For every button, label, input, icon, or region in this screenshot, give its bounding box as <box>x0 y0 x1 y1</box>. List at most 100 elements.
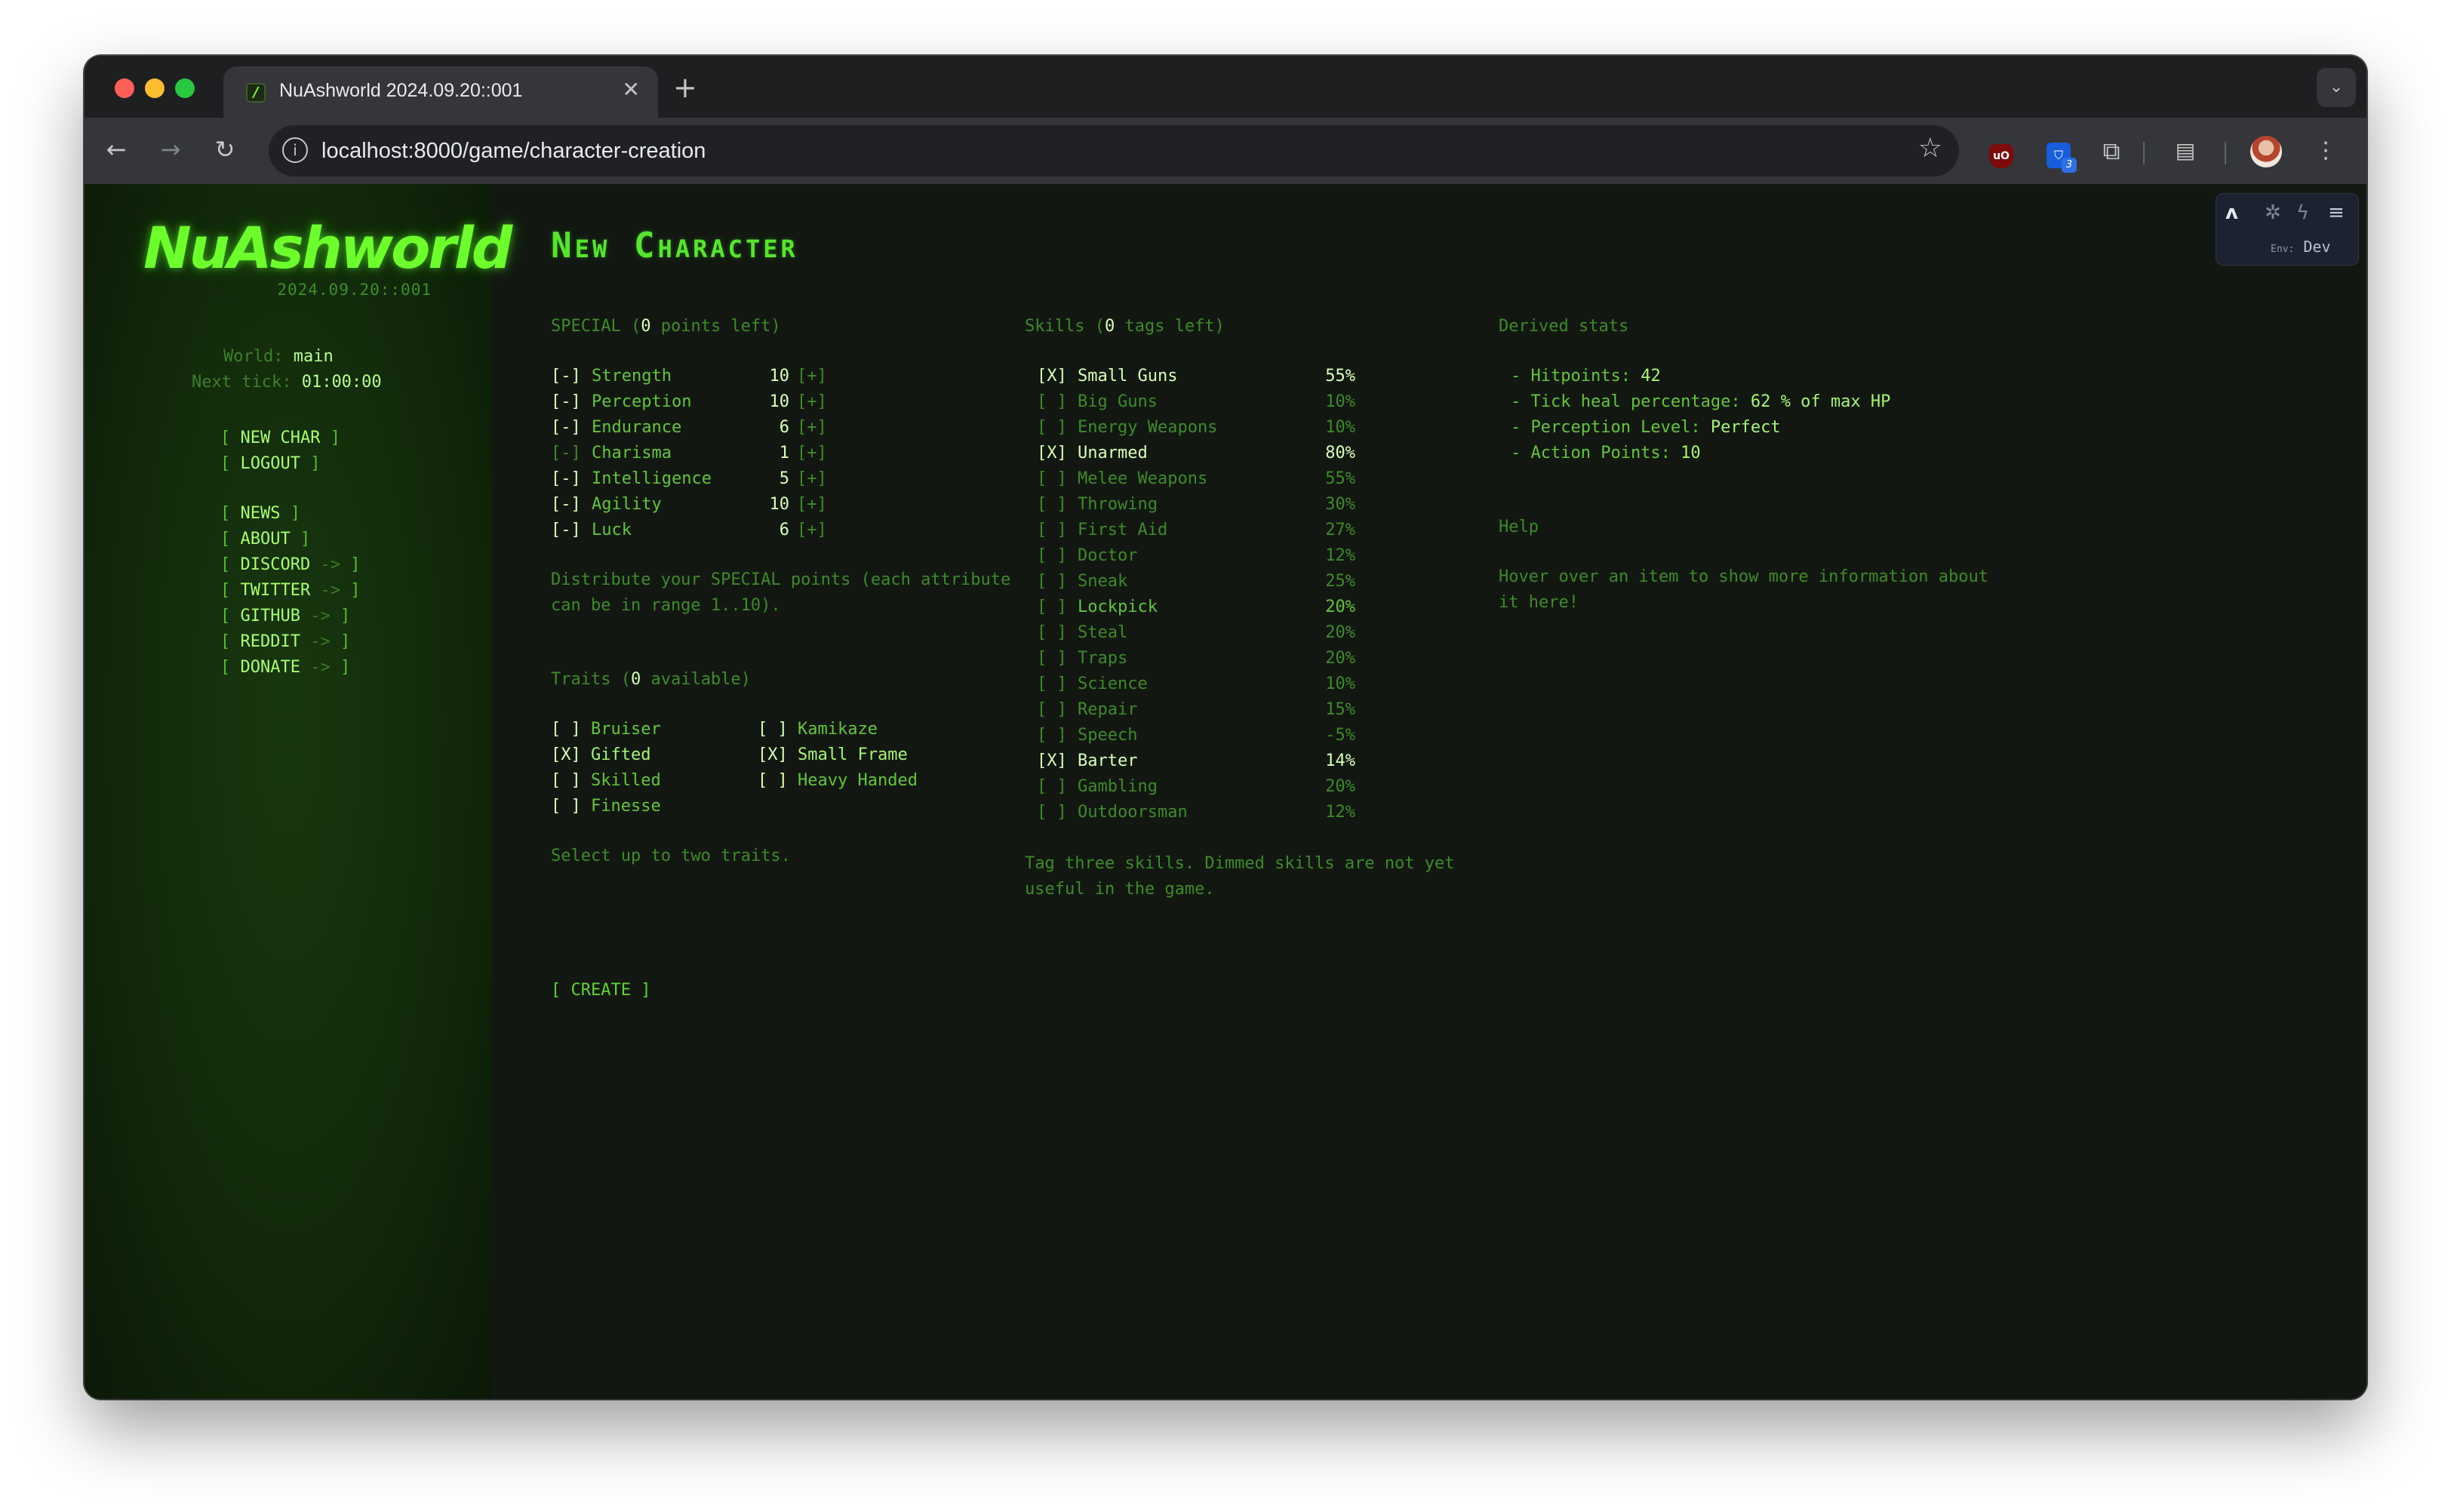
special-increase-button[interactable]: [+] <box>797 468 827 490</box>
special-stat-value: 10 <box>769 367 790 386</box>
sidebar-link-github[interactable]: [ GITHUB -> ] <box>220 607 350 625</box>
sidebar-link-discord[interactable]: [ DISCORD -> ] <box>220 555 360 574</box>
close-window-button[interactable] <box>115 78 134 98</box>
skill-tag-checkbox[interactable]: [ ] <box>1037 570 1067 593</box>
ublock-extension-icon[interactable]: uO <box>1986 133 2016 169</box>
skill-tag-checkbox[interactable]: [ ] <box>1037 596 1067 619</box>
sidebar-link-new-char[interactable]: [ NEW CHAR ] <box>220 429 340 447</box>
trait-checkbox[interactable]: [X] <box>551 745 581 764</box>
derived-hitpoints: - Hitpoints: 42 <box>1511 365 1661 388</box>
skill-tag-checkbox[interactable]: [ ] <box>1037 468 1067 490</box>
skill-value: 20% <box>1325 623 1355 642</box>
hitpoints-label: - Hitpoints: <box>1511 367 1631 386</box>
tab-search-chevron-icon[interactable]: ⌄ <box>2317 68 2356 107</box>
special-decrease-button[interactable]: [-] <box>551 391 581 413</box>
skill-tag-checkbox[interactable]: [X] <box>1037 442 1067 465</box>
skill-value: 27% <box>1325 521 1355 539</box>
url-text[interactable]: localhost:8000/game/character-creation <box>321 139 706 164</box>
create-button[interactable]: [ CREATE ] <box>551 981 650 1000</box>
game-logo[interactable]: NuAshworld <box>143 214 512 281</box>
tab-close-icon[interactable]: ✕ <box>623 77 640 102</box>
bitwarden-extension-icon[interactable]: ⛉ 3 <box>2040 133 2077 173</box>
skill-tag-checkbox[interactable]: [ ] <box>1037 519 1067 542</box>
trait-item[interactable]: [ ] Skilled <box>551 770 661 792</box>
skill-tag-checkbox[interactable]: [ ] <box>1037 673 1067 696</box>
trait-item[interactable]: [X] Small Frame <box>758 744 908 767</box>
skill-value: 14% <box>1325 751 1355 770</box>
trait-checkbox[interactable]: [ ] <box>551 720 581 739</box>
skill-tag-checkbox[interactable]: [ ] <box>1037 391 1067 413</box>
skill-value: 30% <box>1325 495 1355 514</box>
sidebar-link-label: TWITTER <box>240 581 311 600</box>
skill-tag-checkbox[interactable]: [X] <box>1037 365 1067 388</box>
side-panel-icon[interactable]: ▤ <box>2167 133 2203 169</box>
main-content: New Character SPECIAL (0 points left) Di… <box>492 184 2366 1399</box>
sidebar-link-label: REDDIT <box>240 632 300 651</box>
special-increase-button[interactable]: [+] <box>797 416 827 439</box>
bookmark-star-icon[interactable]: ☆ <box>1918 133 1942 164</box>
forward-arrow-icon[interactable]: → <box>151 130 190 169</box>
skill-tag-checkbox[interactable]: [X] <box>1037 750 1067 773</box>
lambda-icon[interactable]: ʌ <box>2225 201 2238 224</box>
special-increase-button[interactable]: [+] <box>797 519 827 542</box>
trait-checkbox[interactable]: [X] <box>758 745 788 764</box>
site-info-icon[interactable]: i <box>282 137 308 163</box>
back-arrow-icon[interactable]: ← <box>97 130 136 169</box>
sidebar-link-logout[interactable]: [ LOGOUT ] <box>220 454 320 473</box>
special-decrease-button[interactable]: [-] <box>551 365 581 388</box>
snowflake-icon[interactable]: ✲ <box>2265 201 2281 224</box>
sidebar-link-label: DONATE <box>240 658 300 677</box>
skill-tag-checkbox[interactable]: [ ] <box>1037 776 1067 798</box>
sidebar-link-twitter[interactable]: [ TWITTER -> ] <box>220 581 360 600</box>
sidebar-link-about[interactable]: [ ABOUT ] <box>220 530 310 549</box>
menu-icon[interactable]: ≡ <box>2328 201 2345 224</box>
special-increase-button[interactable]: [+] <box>797 365 827 388</box>
profile-avatar[interactable] <box>2250 136 2282 167</box>
trait-checkbox[interactable]: [ ] <box>551 771 581 790</box>
skill-tag-checkbox[interactable]: [ ] <box>1037 622 1067 644</box>
lightning-icon[interactable]: ϟ <box>2296 201 2309 224</box>
skills-help-line-2: useful in the game. <box>1025 880 1215 899</box>
special-increase-button[interactable]: [+] <box>797 391 827 413</box>
skill-tag-checkbox[interactable]: [ ] <box>1037 416 1067 439</box>
skills-heading: Skills (0 tags left) <box>1025 315 1225 338</box>
trait-item[interactable]: [ ] Finesse <box>551 795 661 818</box>
toolbar-divider <box>2225 142 2226 164</box>
skill-tag-checkbox[interactable]: [ ] <box>1037 699 1067 721</box>
skill-tag-checkbox[interactable]: [ ] <box>1037 724 1067 747</box>
sidebar-link-news[interactable]: [ NEWS ] <box>220 504 300 523</box>
trait-checkbox[interactable]: [ ] <box>758 720 788 739</box>
new-tab-button[interactable]: + <box>673 72 697 103</box>
trait-item[interactable]: [ ] Heavy Handed <box>758 770 918 792</box>
env-indicator: Env: Dev <box>2271 238 2330 256</box>
sidebar-link-donate[interactable]: [ DONATE -> ] <box>220 658 350 677</box>
extensions-puzzle-icon[interactable]: ⧉ <box>2093 133 2130 169</box>
trait-item[interactable]: [ ] Bruiser <box>551 718 661 741</box>
trait-checkbox[interactable]: [ ] <box>551 797 581 816</box>
active-tab[interactable]: / NuAshworld 2024.09.20::001 ✕ <box>223 66 658 118</box>
skill-tag-checkbox[interactable]: [ ] <box>1037 545 1067 567</box>
special-decrease-button[interactable]: [-] <box>551 416 581 439</box>
more-menu-icon[interactable]: ⋮ <box>2311 133 2341 169</box>
skill-name: Traps <box>1078 649 1128 668</box>
trait-checkbox[interactable]: [ ] <box>758 771 788 790</box>
sidebar-link-reddit[interactable]: [ REDDIT -> ] <box>220 632 350 651</box>
zoom-window-button[interactable] <box>175 78 195 98</box>
special-decrease-button[interactable]: [-] <box>551 442 581 465</box>
address-bar[interactable]: i localhost:8000/game/character-creation… <box>269 125 1959 177</box>
special-stat-name: Charisma <box>592 444 672 463</box>
skill-tag-checkbox[interactable]: [ ] <box>1037 647 1067 670</box>
special-decrease-button[interactable]: [-] <box>551 493 581 516</box>
special-decrease-button[interactable]: [-] <box>551 468 581 490</box>
trait-item[interactable]: [ ] Kamikaze <box>758 718 878 741</box>
minimize-window-button[interactable] <box>145 78 165 98</box>
page-title: New Character <box>551 225 798 266</box>
reload-icon[interactable]: ↻ <box>205 130 244 169</box>
skill-tag-checkbox[interactable]: [ ] <box>1037 493 1067 516</box>
sidebar-link-label: LOGOUT <box>240 454 300 473</box>
special-increase-button[interactable]: [+] <box>797 442 827 465</box>
special-decrease-button[interactable]: [-] <box>551 519 581 542</box>
special-increase-button[interactable]: [+] <box>797 493 827 516</box>
skill-tag-checkbox[interactable]: [ ] <box>1037 801 1067 824</box>
trait-item[interactable]: [X] Gifted <box>551 744 650 767</box>
